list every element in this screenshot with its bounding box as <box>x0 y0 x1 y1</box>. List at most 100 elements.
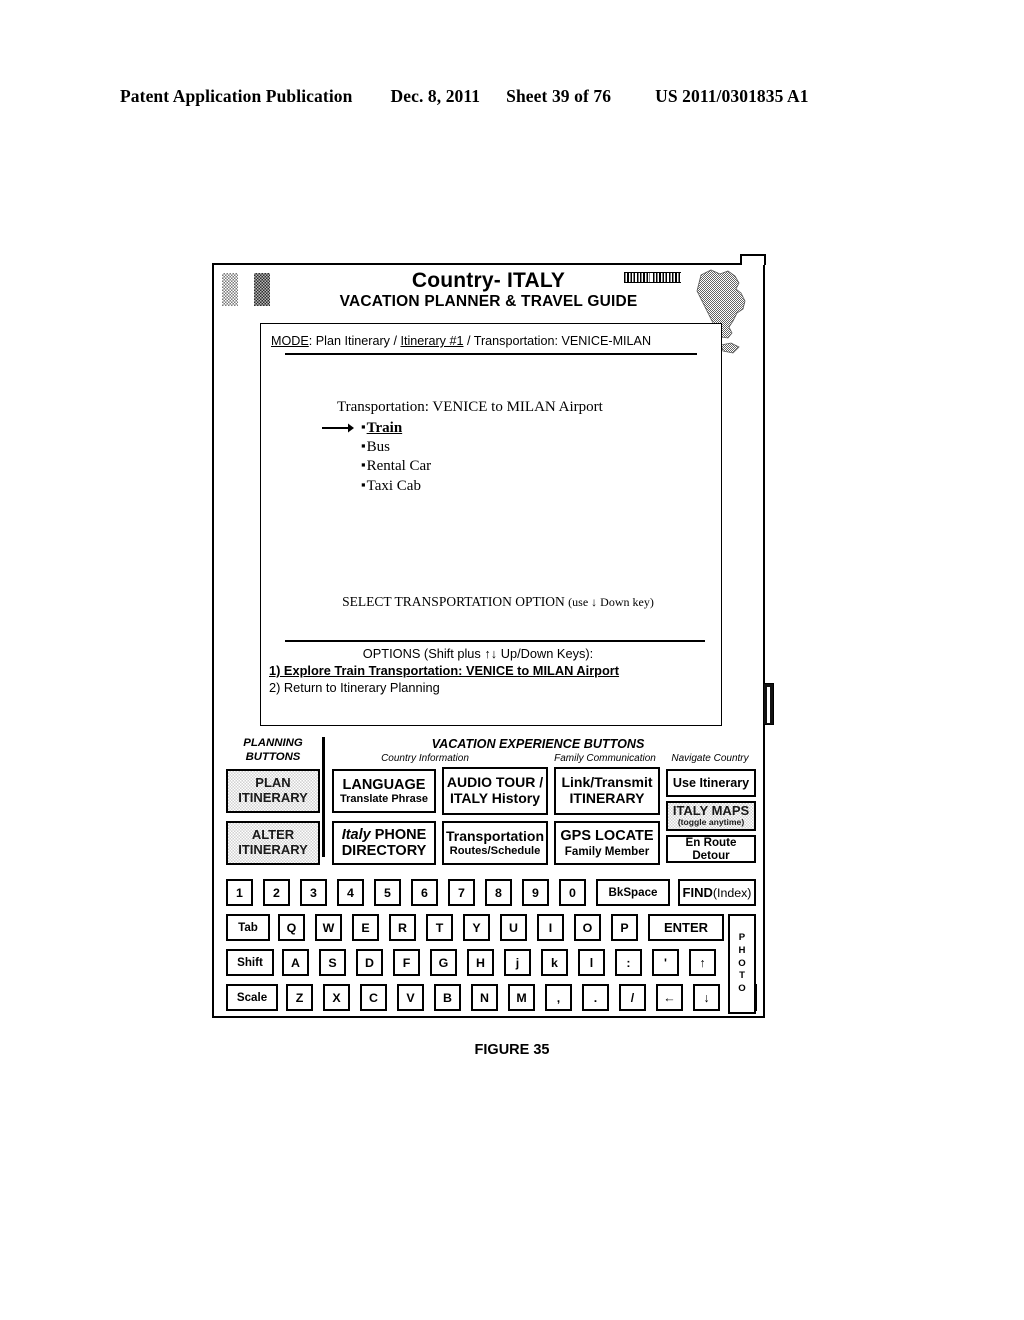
key-6[interactable]: 6 <box>411 879 438 906</box>
key-apostrophe[interactable]: ' <box>652 949 679 976</box>
alter-itinerary-button[interactable]: ALTER ITINERARY <box>226 821 320 865</box>
key-q[interactable]: Q <box>278 914 305 941</box>
key-v[interactable]: V <box>397 984 424 1011</box>
bullet-icon: ▪ <box>361 457 366 473</box>
keyboard-row-qwerty: Tab Q W E R T Y U I O P ENTER <box>220 912 757 947</box>
key-scale[interactable]: Scale <box>226 984 278 1011</box>
key-m[interactable]: M <box>508 984 535 1011</box>
key-e[interactable]: E <box>352 914 379 941</box>
key-s[interactable]: S <box>319 949 346 976</box>
transport-option-taxi-cab[interactable]: ▪Taxi Cab <box>361 477 711 496</box>
key-r[interactable]: R <box>389 914 416 941</box>
photo-letter-p: P <box>738 932 746 944</box>
key-tab[interactable]: Tab <box>226 914 270 941</box>
device-side-button[interactable] <box>763 683 774 725</box>
use-itinerary-button[interactable]: Use Itinerary <box>666 769 756 797</box>
key-find-index[interactable]: FIND (Index) <box>678 879 756 906</box>
key-period[interactable]: . <box>582 984 609 1011</box>
key-g[interactable]: G <box>430 949 457 976</box>
en-route-detour-button[interactable]: En Route Detour <box>666 835 756 863</box>
audio-tour-button[interactable]: AUDIO TOUR / ITALY History <box>442 767 548 815</box>
key-arrow-up[interactable]: ↑ <box>689 949 716 976</box>
key-slash[interactable]: / <box>619 984 646 1011</box>
key-f[interactable]: F <box>393 949 420 976</box>
planning-buttons-label: PLANNING BUTTONS <box>226 737 320 765</box>
keyboard-row-asdf: Shift A S D F G H j k l : ' ↑ <box>220 947 757 982</box>
mode-tail: / Transportation: VENICE-MILAN <box>463 334 652 348</box>
language-translate-button[interactable]: LANGUAGE Translate Phrase <box>332 769 436 813</box>
screen-body: Transportation: VENICE to MILAN Airport … <box>271 399 711 610</box>
key-j[interactable]: j <box>504 949 531 976</box>
key-h[interactable]: H <box>467 949 494 976</box>
phone-directory-line1: Italy PHONE <box>342 827 427 843</box>
key-y[interactable]: Y <box>463 914 490 941</box>
key-k[interactable]: k <box>541 949 568 976</box>
key-backspace[interactable]: BkSpace <box>596 879 670 906</box>
key-photo[interactable]: P H O T O <box>728 914 756 1014</box>
key-d[interactable]: D <box>356 949 383 976</box>
key-z[interactable]: Z <box>286 984 313 1011</box>
transport-option-label: Bus <box>366 439 390 456</box>
key-7[interactable]: 7 <box>448 879 475 906</box>
key-arrow-down[interactable]: ↓ <box>693 984 720 1011</box>
key-n[interactable]: N <box>471 984 498 1011</box>
key-colon[interactable]: : <box>615 949 642 976</box>
key-0[interactable]: 0 <box>559 879 586 906</box>
key-2[interactable]: 2 <box>263 879 290 906</box>
key-a[interactable]: A <box>282 949 309 976</box>
key-t[interactable]: T <box>426 914 453 941</box>
transport-option-rental-car[interactable]: ▪Rental Car <box>361 457 711 476</box>
patent-number: US 2011/0301835 A1 <box>655 86 809 106</box>
key-comma[interactable]: , <box>545 984 572 1011</box>
sheet-number: Sheet 39 of 76 <box>506 86 612 106</box>
key-arrow-left[interactable]: ← <box>656 984 683 1011</box>
italy-maps-button[interactable]: ITALY MAPS (toggle anytime) <box>666 801 756 831</box>
audio-tour-line1: AUDIO TOUR / <box>446 774 544 791</box>
key-9[interactable]: 9 <box>522 879 549 906</box>
key-1[interactable]: 1 <box>226 879 253 906</box>
select-hint-main: SELECT TRANSPORTATION OPTION <box>342 593 565 609</box>
keyboard-row-zxcv: Scale Z X C V B N M , . / ← ↓ → <box>220 982 757 1017</box>
option-item-explore-train[interactable]: 1) Explore Train Transportation: VENICE … <box>269 663 711 678</box>
key-enter[interactable]: ENTER <box>648 914 724 941</box>
option-item-return-planning[interactable]: 2) Return to Itinerary Planning <box>269 680 711 695</box>
handheld-device: Country- ITALY VACATION PLANNER & TRAVEL… <box>212 254 774 1018</box>
key-p[interactable]: P <box>611 914 638 941</box>
key-x[interactable]: X <box>323 984 350 1011</box>
transport-option-bus[interactable]: ▪Bus <box>361 438 711 457</box>
gps-locate-button[interactable]: GPS LOCATE Family Member <box>554 821 660 865</box>
key-w[interactable]: W <box>315 914 342 941</box>
plan-itinerary-button[interactable]: PLAN ITINERARY <box>226 769 320 813</box>
device-screen: MODE: Plan Itinerary / Itinerary #1 / Tr… <box>260 323 722 726</box>
key-3[interactable]: 3 <box>300 879 327 906</box>
transport-option-label: Rental Car <box>366 458 432 475</box>
italy-maps-line1: ITALY MAPS <box>672 802 750 818</box>
key-l[interactable]: l <box>578 949 605 976</box>
transport-option-train[interactable]: ▪Train <box>322 419 711 438</box>
key-b[interactable]: B <box>434 984 461 1011</box>
italy-phone-directory-button[interactable]: Italy PHONE DIRECTORY <box>332 821 436 865</box>
transportation-line1: Transportation <box>445 827 544 844</box>
key-u[interactable]: U <box>500 914 527 941</box>
planning-label-line2: BUTTONS <box>245 750 301 763</box>
photo-letter-o1: O <box>738 957 746 969</box>
transport-option-label: Train <box>366 420 403 436</box>
key-c[interactable]: C <box>360 984 387 1011</box>
keyboard: 1 2 3 4 5 6 7 8 9 0 BkSpace FIND (Index)… <box>220 877 757 1017</box>
key-shift[interactable]: Shift <box>226 949 274 976</box>
key-i[interactable]: I <box>537 914 564 941</box>
key-o[interactable]: O <box>574 914 601 941</box>
key-8[interactable]: 8 <box>485 879 512 906</box>
gps-locate-line2: Family Member <box>564 844 650 858</box>
italy-maps-line2: (toggle anytime) <box>677 817 745 828</box>
link-transmit-line1: Link/Transmit <box>561 774 653 791</box>
key-5[interactable]: 5 <box>374 879 401 906</box>
group-label-family-communication: Family Communication <box>554 753 656 764</box>
planning-label-line1: PLANNING <box>243 737 303 749</box>
key-4[interactable]: 4 <box>337 879 364 906</box>
link-transmit-itinerary-button[interactable]: Link/Transmit ITINERARY <box>554 767 660 815</box>
bullet-icon: ▪ <box>361 438 366 454</box>
transportation-routes-button[interactable]: Transportation Routes/Schedule <box>442 821 548 865</box>
select-transportation-hint: SELECT TRANSPORTATION OPTION (use ↓ Down… <box>285 594 711 610</box>
mode-divider <box>285 353 697 355</box>
